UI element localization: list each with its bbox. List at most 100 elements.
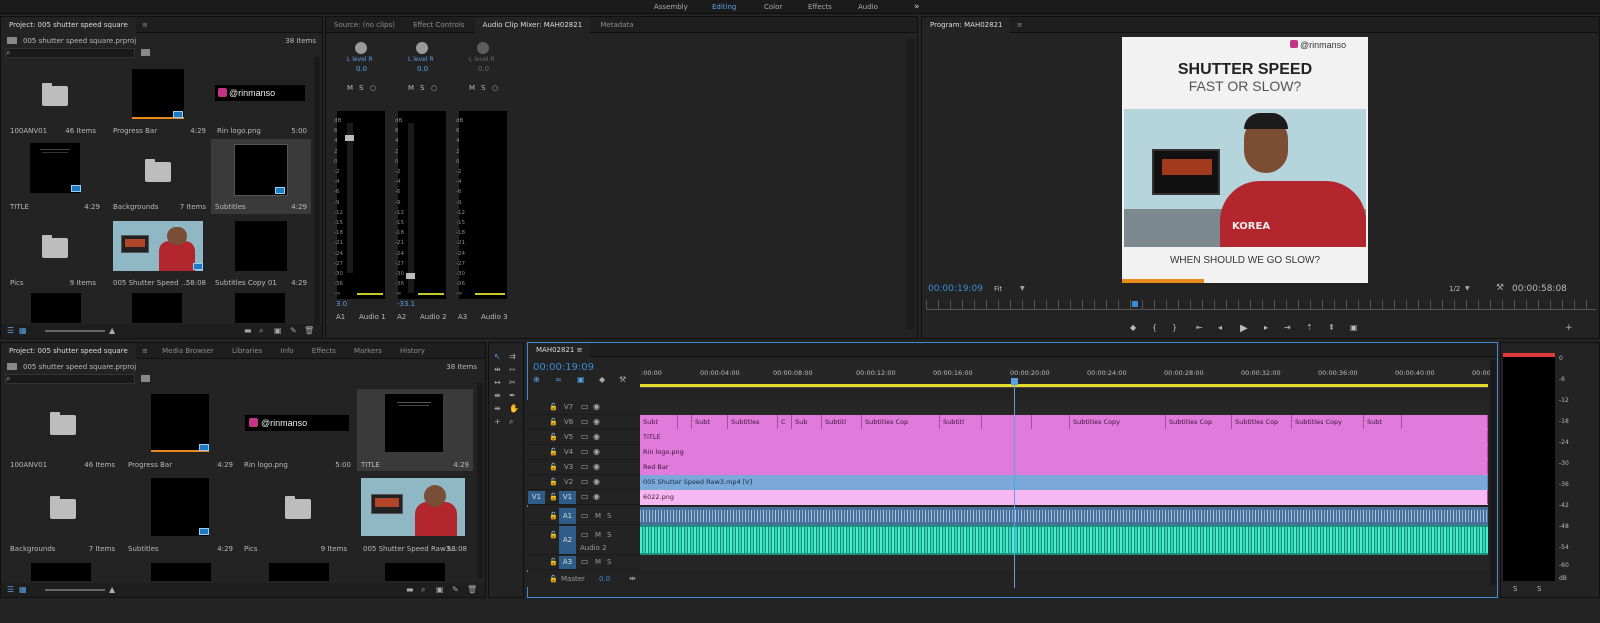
eye-icon[interactable]: ◉ (593, 463, 600, 471)
sync-lock-icon[interactable]: ▭ (581, 418, 589, 426)
pan-knob[interactable] (477, 42, 489, 54)
track-id[interactable]: A2 (559, 526, 576, 554)
sync-lock-icon[interactable]: ▭ (581, 403, 589, 411)
fader-handle[interactable] (406, 273, 415, 279)
selection-tool-icon[interactable]: ↖ (494, 353, 501, 361)
lock-icon[interactable]: 🔓 (549, 512, 558, 520)
trash-icon[interactable]: 🗑 (304, 327, 314, 335)
record-button[interactable]: ○ (492, 84, 498, 92)
clip[interactable]: Subtitles Cop (1166, 415, 1232, 429)
pan-knob[interactable] (416, 42, 428, 54)
find-icon[interactable]: ⌕ (421, 586, 425, 594)
bin-item-rin-logo[interactable]: @rinmanso Rin logo.png 5:00 (241, 389, 357, 471)
list-view-icon[interactable]: ☰ (7, 586, 14, 594)
clip[interactable]: Subtitles Copy (1292, 415, 1364, 429)
clip[interactable]: Subtitles Cop (1232, 415, 1292, 429)
workspace-assembly[interactable]: Assembly (654, 0, 688, 14)
clip[interactable] (982, 415, 1032, 429)
clip-shutter-speed-video[interactable]: 005 Shutter Speed Raw3.mp4 [V] (640, 475, 1488, 489)
timeline-timecode[interactable]: 00:00:19:09 (533, 362, 594, 373)
track-lane-a2[interactable] (640, 525, 1488, 555)
slip-tool-icon[interactable]: ⇼ (494, 392, 501, 400)
sync-lock-icon[interactable]: ▭ (581, 512, 589, 520)
eye-icon[interactable]: ◉ (593, 403, 600, 411)
sync-lock-icon[interactable]: ▭ (581, 478, 589, 486)
scrollbar[interactable] (477, 383, 483, 578)
clip[interactable]: Subtitl (822, 415, 862, 429)
resolution-select[interactable]: 1/2 (1449, 285, 1460, 293)
icon-view-icon[interactable]: ▦ (19, 327, 27, 335)
eye-icon[interactable]: ◉ (593, 418, 600, 426)
bin-item-shutter-speed[interactable]: 005 Shutter Speed Raw3... 58:08 (357, 473, 473, 555)
go-to-out-icon[interactable]: ⇥ (1284, 323, 1291, 332)
workspace-color[interactable]: Color (764, 0, 782, 14)
new-bin-icon[interactable]: ▬ (406, 586, 414, 594)
lock-icon[interactable]: 🔓 (549, 433, 558, 441)
button-editor-icon[interactable]: + (1565, 324, 1573, 333)
track-lane-v7[interactable] (640, 400, 1488, 415)
program-video-frame[interactable]: @rinmanso SHUTTER SPEED FAST OR SLOW? KO… (1122, 37, 1368, 283)
tab-metadata[interactable]: Metadata (592, 17, 641, 33)
eye-icon[interactable]: ◉ (593, 478, 600, 486)
track-lane-v3[interactable]: Red Bar (640, 460, 1488, 475)
export-frame-icon[interactable]: ▣ (1350, 323, 1358, 332)
lock-icon[interactable]: 🔓 (549, 418, 558, 426)
bin-item-pics[interactable]: Pics 9 Items (241, 473, 357, 555)
new-item-icon[interactable]: ▣ (436, 586, 444, 594)
lock-icon[interactable]: 🔓 (549, 478, 558, 486)
step-forward-icon[interactable]: ▸ (1264, 323, 1268, 332)
lock-icon[interactable]: 🔓 (549, 531, 558, 539)
master-volume[interactable]: 0.0 (599, 575, 610, 583)
snap-icon[interactable]: ⊕ (533, 375, 540, 384)
pan-value[interactable]: 0.0 (478, 65, 489, 73)
track-lane-v4[interactable]: Rin logo.png (640, 445, 1488, 460)
tab-markers[interactable]: Markers (346, 343, 390, 359)
mute-button[interactable]: M (469, 84, 475, 92)
solo-button[interactable]: S (607, 558, 611, 566)
tab-sequence[interactable]: MAH02821 ≡ (528, 343, 591, 357)
work-area-bar[interactable] (640, 384, 1488, 387)
find-icon[interactable]: ⌕ (259, 327, 263, 335)
lift-icon[interactable]: ⇡ (1306, 323, 1313, 332)
tab-program[interactable]: Program: MAH02821 (922, 17, 1011, 33)
fader-handle[interactable] (345, 135, 354, 141)
clip[interactable] (678, 415, 692, 429)
track-lane-v2[interactable]: 005 Shutter Speed Raw3.mp4 [V] (640, 475, 1488, 490)
workspace-editing[interactable]: Editing (712, 0, 736, 14)
list-view-icon[interactable]: ☰ (7, 327, 14, 335)
play-icon[interactable]: ▶ (1240, 323, 1248, 334)
bin-item-title[interactable]: TITLE 4:29 (1, 139, 104, 214)
chevron-down-icon[interactable]: ▼ (1465, 285, 1470, 293)
track-lane-a1[interactable] (640, 507, 1488, 525)
wrench-icon[interactable]: ⚒ (1496, 284, 1504, 293)
search-input[interactable] (5, 48, 135, 58)
insert-sequence-icon[interactable]: ▣ (577, 375, 585, 384)
pan-value[interactable]: 0.0 (356, 65, 367, 73)
mark-out-icon[interactable]: } (1172, 323, 1177, 332)
mute-button[interactable]: M (595, 558, 601, 566)
mute-button[interactable]: M (595, 512, 601, 520)
panel-menu-icon[interactable]: ≡ (138, 343, 152, 359)
eye-icon[interactable]: ◉ (593, 433, 600, 441)
mute-button[interactable]: M (347, 84, 353, 92)
razor-icon[interactable]: ✂ (509, 379, 516, 387)
new-bin-icon[interactable]: ▬ (244, 327, 252, 335)
mute-button[interactable]: M (408, 84, 414, 92)
clip[interactable]: Subtitles Cop (862, 415, 940, 429)
go-to-in-icon[interactable]: ⇤ (1196, 323, 1203, 332)
add-marker-icon[interactable]: ◆ (1130, 323, 1136, 332)
track-id[interactable]: A3 (559, 556, 576, 569)
record-button[interactable]: ○ (431, 84, 437, 92)
sync-lock-icon[interactable]: ▭ (581, 433, 589, 441)
bin-item-shutter-speed[interactable]: 005 Shutter Speed ... 58:08 (107, 215, 210, 290)
bin-item-backgrounds[interactable]: Backgrounds 7 Items (107, 139, 210, 214)
track-lane-v5[interactable]: TITLE (640, 430, 1488, 445)
volume-value[interactable]: -33.1 (397, 300, 415, 308)
pan-knob[interactable] (355, 42, 367, 54)
mark-icon[interactable]: + (494, 418, 501, 426)
tab-project[interactable]: Project: 005 shutter speed square (1, 343, 136, 359)
solo-left-button[interactable]: S (1513, 585, 1517, 593)
bin-item-pics[interactable]: Pics 9 Items (1, 215, 104, 290)
mark-in-icon[interactable]: { (1152, 323, 1157, 332)
slide-tool-icon[interactable]: ⇻ (494, 405, 501, 413)
